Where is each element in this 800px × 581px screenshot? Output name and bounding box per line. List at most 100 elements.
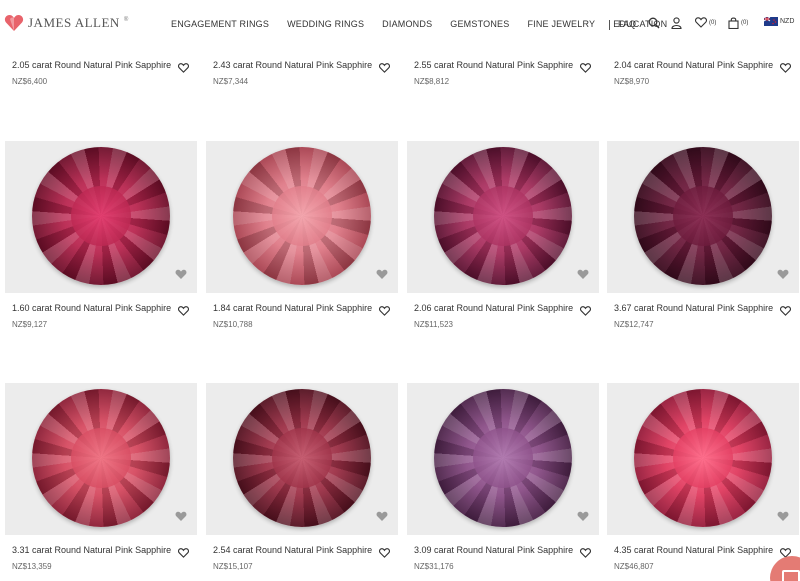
gemstone-photo xyxy=(233,147,371,285)
add-to-wishlist-button[interactable] xyxy=(580,303,591,321)
product-price: NZ$8,970 xyxy=(614,77,650,86)
product-image[interactable] xyxy=(206,141,398,293)
add-to-wishlist-button[interactable] xyxy=(178,303,189,321)
nav-divider xyxy=(609,20,610,30)
nav-gemstones[interactable]: GEMSTONES xyxy=(450,19,509,29)
nav-fine-jewelry[interactable]: FINE JEWELRY xyxy=(527,19,595,29)
gem-table-facet xyxy=(272,186,332,246)
product-image[interactable] xyxy=(607,141,799,293)
product-title[interactable]: 2.54 carat Round Natural Pink Sapphire xyxy=(213,545,372,555)
heart-icon xyxy=(580,63,591,73)
gray-heart-icon xyxy=(376,267,388,285)
heart-logo-icon xyxy=(4,15,24,31)
wishlist-button[interactable]: (0) xyxy=(695,17,716,28)
product-image[interactable] xyxy=(206,383,398,535)
main-nav: ENGAGEMENT RINGS WEDDING RINGS DIAMONDS … xyxy=(171,19,667,29)
product-price: NZ$10,788 xyxy=(213,320,253,329)
product-title[interactable]: 2.04 carat Round Natural Pink Sapphire xyxy=(614,60,773,70)
add-to-wishlist-button[interactable] xyxy=(379,60,390,78)
gray-heart-icon xyxy=(175,509,187,527)
gemstone-photo xyxy=(634,389,772,527)
product-price: NZ$13,359 xyxy=(12,562,52,571)
gemstone-photo xyxy=(32,147,170,285)
product-price: NZ$7,344 xyxy=(213,77,249,86)
product-price: NZ$15,107 xyxy=(213,562,253,571)
nav-faq[interactable]: FAQ xyxy=(618,19,636,29)
gem-table-facet xyxy=(473,186,533,246)
gemstone-photo xyxy=(634,147,772,285)
gem-table-facet xyxy=(673,428,733,488)
product-image[interactable] xyxy=(407,141,599,293)
cart-count: (0) xyxy=(741,20,749,26)
registered-mark: ® xyxy=(123,17,129,23)
gemstone-photo xyxy=(32,389,170,527)
bag-icon xyxy=(728,17,739,29)
search-icon xyxy=(648,17,660,29)
product-title[interactable]: 2.43 carat Round Natural Pink Sapphire xyxy=(213,60,372,70)
product-price: NZ$31,176 xyxy=(414,562,454,571)
product-title[interactable]: 1.60 carat Round Natural Pink Sapphire xyxy=(12,303,171,313)
product-price: NZ$9,127 xyxy=(12,320,48,329)
heart-icon xyxy=(780,63,791,73)
product-title[interactable]: 3.67 carat Round Natural Pink Sapphire xyxy=(614,303,773,313)
add-to-wishlist-button[interactable] xyxy=(379,545,390,563)
product-title[interactable]: 2.05 carat Round Natural Pink Sapphire xyxy=(12,60,171,70)
nav-diamonds[interactable]: DIAMONDS xyxy=(382,19,432,29)
gem-table-facet xyxy=(473,428,533,488)
currency-selector[interactable]: NZD xyxy=(764,17,794,26)
nz-flag-icon xyxy=(764,17,778,26)
heart-icon xyxy=(379,548,390,558)
gray-heart-icon xyxy=(577,267,589,285)
product-image[interactable] xyxy=(5,141,197,293)
heart-icon xyxy=(580,306,591,316)
gray-heart-icon xyxy=(376,509,388,527)
product-price: NZ$11,523 xyxy=(414,320,453,329)
site-header: JAMES ALLEN ® ENGAGEMENT RINGS WEDDING R… xyxy=(0,0,800,50)
heart-icon xyxy=(780,306,791,316)
logo[interactable]: JAMES ALLEN ® xyxy=(4,14,128,32)
product-image[interactable] xyxy=(607,383,799,535)
gemstone-photo xyxy=(434,147,572,285)
logo-text: JAMES ALLEN xyxy=(28,15,120,30)
product-title[interactable]: 3.09 carat Round Natural Pink Sapphire xyxy=(414,545,573,555)
heart-icon xyxy=(695,17,707,28)
search-button[interactable] xyxy=(648,17,660,29)
gem-table-facet xyxy=(71,428,131,488)
gem-table-facet xyxy=(272,428,332,488)
product-image[interactable] xyxy=(407,383,599,535)
product-price: NZ$46,807 xyxy=(614,562,654,571)
product-title[interactable]: 4.35 carat Round Natural Pink Sapphire xyxy=(614,545,773,555)
gemstone-photo xyxy=(233,389,371,527)
add-to-wishlist-button[interactable] xyxy=(580,60,591,78)
add-to-wishlist-button[interactable] xyxy=(580,545,591,563)
add-to-wishlist-button[interactable] xyxy=(780,303,791,321)
currency-code: NZD xyxy=(780,18,795,25)
gray-heart-icon xyxy=(777,509,789,527)
product-title[interactable]: 1.84 carat Round Natural Pink Sapphire xyxy=(213,303,372,313)
gray-heart-icon xyxy=(577,509,589,527)
chat-button[interactable] xyxy=(770,556,800,581)
add-to-wishlist-button[interactable] xyxy=(178,60,189,78)
gem-table-facet xyxy=(673,186,733,246)
heart-icon xyxy=(178,306,189,316)
add-to-wishlist-button[interactable] xyxy=(178,545,189,563)
product-title[interactable]: 2.06 carat Round Natural Pink Sapphire xyxy=(414,303,573,313)
wishlist-count: (0) xyxy=(709,19,717,26)
product-title[interactable]: 2.55 carat Round Natural Pink Sapphire xyxy=(414,60,573,70)
nav-engagement-rings[interactable]: ENGAGEMENT RINGS xyxy=(171,19,269,29)
heart-icon xyxy=(178,548,189,558)
heart-icon xyxy=(580,548,591,558)
gem-table-facet xyxy=(71,186,131,246)
heart-icon xyxy=(379,63,390,73)
nav-wedding-rings[interactable]: WEDDING RINGS xyxy=(287,19,364,29)
add-to-wishlist-button[interactable] xyxy=(780,60,791,78)
gemstone-photo xyxy=(434,389,572,527)
product-image[interactable] xyxy=(5,383,197,535)
cart-button[interactable]: (0) xyxy=(728,17,748,29)
product-title[interactable]: 3.31 carat Round Natural Pink Sapphire xyxy=(12,545,171,555)
add-to-wishlist-button[interactable] xyxy=(379,303,390,321)
user-icon xyxy=(671,17,682,29)
product-price: NZ$6,400 xyxy=(12,77,48,86)
product-price: NZ$12,747 xyxy=(614,320,654,329)
account-button[interactable] xyxy=(671,17,682,29)
